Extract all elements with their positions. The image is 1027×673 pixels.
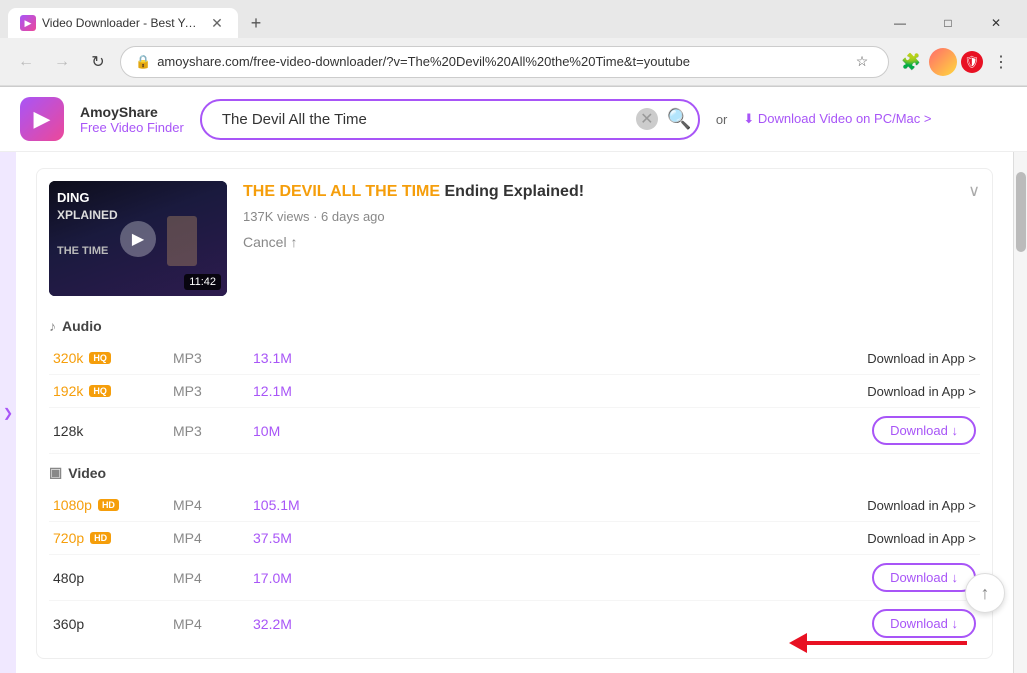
video-info: THE DEVIL ALL THE TIME Ending Explained!… xyxy=(243,181,952,250)
download-pc-link[interactable]: ⬇ Download Video on PC/Mac > xyxy=(743,111,931,127)
download-app-button-192k[interactable]: Download in App > xyxy=(867,383,976,399)
search-submit-button[interactable]: 🔍 xyxy=(667,107,692,132)
video-title-main: THE DEVIL ALL THE TIME xyxy=(243,183,440,200)
download-app-button-720p[interactable]: Download in App > xyxy=(867,530,976,546)
download-options: ♪ Audio 320k HQ MP3 13.1M Download in Ap… xyxy=(37,318,992,658)
audio-row-320k: 320k HQ MP3 13.1M Download in App > xyxy=(49,342,980,375)
app-name-title: AmoyShare xyxy=(80,104,184,120)
download-button-128k[interactable]: Download ↓ xyxy=(872,416,976,445)
format-mp4-1080: MP4 xyxy=(173,497,253,513)
security-icon: 🛡 xyxy=(961,51,983,73)
back-button[interactable]: ← xyxy=(12,48,40,76)
video-section-header: ▣ Video xyxy=(49,464,980,481)
forward-button[interactable]: → xyxy=(48,48,76,76)
audio-icon: ♪ xyxy=(49,318,56,334)
video-row-480p: 480p MP4 17.0M Download ↓ xyxy=(49,555,980,601)
refresh-button[interactable]: ↻ xyxy=(84,48,112,76)
video-header: DING XPLAINED THE TIME ▶ 11:42 xyxy=(37,169,992,308)
video-meta: 137K views · 6 days ago xyxy=(243,209,952,224)
address-bar[interactable]: 🔒 amoyshare.com/free-video-downloader/?v… xyxy=(120,46,889,78)
tab-close-button[interactable]: ✕ xyxy=(208,14,226,32)
format-mp3-192: MP3 xyxy=(173,383,253,399)
browser-tab[interactable]: ▶ Video Downloader - Best YouTub... ✕ xyxy=(8,8,238,38)
search-input[interactable] xyxy=(200,99,700,140)
app-name-subtitle: Free Video Finder xyxy=(80,120,184,135)
video-row-1080p: 1080p HD MP4 105.1M Download in App > xyxy=(49,489,980,522)
size-10m: 10M xyxy=(253,423,353,439)
format-mp4-360: MP4 xyxy=(173,616,253,632)
close-button[interactable]: ✕ xyxy=(973,7,1019,39)
video-result: DING XPLAINED THE TIME ▶ 11:42 xyxy=(36,168,993,659)
hq-badge-192: HQ xyxy=(89,385,111,397)
cancel-button[interactable]: Cancel ↑ xyxy=(243,234,297,250)
collapse-button[interactable]: ∨ xyxy=(968,181,980,201)
audio-row-192k: 192k HQ MP3 12.1M Download in App > xyxy=(49,375,980,408)
scroll-thumb[interactable] xyxy=(1016,172,1026,252)
hq-badge: HQ xyxy=(89,352,111,364)
menu-icon[interactable]: ⋮ xyxy=(987,48,1015,76)
size-13m: 13.1M xyxy=(253,350,353,366)
scrollbar[interactable] xyxy=(1013,152,1027,673)
size-17m: 17.0M xyxy=(253,570,353,586)
new-tab-button[interactable]: + xyxy=(242,9,270,37)
tab-title: Video Downloader - Best YouTub... xyxy=(42,16,202,30)
size-12m: 12.1M xyxy=(253,383,353,399)
sidebar-toggle[interactable]: ❯ xyxy=(0,152,16,673)
back-to-top-icon: ↑ xyxy=(981,583,990,604)
format-mp3-128: MP3 xyxy=(173,423,253,439)
or-divider: or xyxy=(716,112,728,127)
app-header: ▶ AmoyShare Free Video Finder ✕ 🔍 or ⬇ D… xyxy=(0,87,1027,152)
download-app-button-1080p[interactable]: Download in App > xyxy=(867,497,976,513)
app-logo: ▶ xyxy=(20,97,64,141)
hd-badge-720: HD xyxy=(90,532,111,544)
size-37m: 37.5M xyxy=(253,530,353,546)
profile-icon[interactable] xyxy=(929,48,957,76)
play-icon: ▶ xyxy=(120,221,156,257)
address-text: amoyshare.com/free-video-downloader/?v=T… xyxy=(157,54,844,69)
search-clear-button[interactable]: ✕ xyxy=(636,108,658,130)
maximize-button[interactable]: □ xyxy=(925,7,971,39)
video-duration: 11:42 xyxy=(184,274,221,290)
arrow-line xyxy=(807,641,967,645)
bookmark-icon[interactable]: ☆ xyxy=(850,50,874,74)
download-button-480p[interactable]: Download ↓ xyxy=(872,563,976,592)
quality-720p: 720p HD xyxy=(53,530,173,546)
window-controls: — □ ✕ xyxy=(877,7,1019,39)
size-32m: 32.2M xyxy=(253,616,353,632)
video-actions: Cancel ↑ xyxy=(243,234,952,250)
tab-favicon: ▶ xyxy=(20,15,36,31)
lock-icon: 🔒 xyxy=(135,54,151,70)
video-title: THE DEVIL ALL THE TIME Ending Explained! xyxy=(243,181,952,203)
content-area: DING XPLAINED THE TIME ▶ 11:42 xyxy=(16,152,1013,673)
red-arrow-annotation xyxy=(789,633,967,653)
download-app-button-320k[interactable]: Download in App > xyxy=(867,350,976,366)
quality-192k: 192k HQ xyxy=(53,383,173,399)
format-mp3: MP3 xyxy=(173,350,253,366)
audio-row-128k: 128k MP3 10M Download ↓ xyxy=(49,408,980,454)
quality-128k: 128k xyxy=(53,423,173,439)
video-section-title: Video xyxy=(68,465,106,481)
audio-section-title: Audio xyxy=(62,318,102,334)
format-mp4-480: MP4 xyxy=(173,570,253,586)
video-row-720p: 720p HD MP4 37.5M Download in App > xyxy=(49,522,980,555)
quality-360p: 360p xyxy=(53,616,173,632)
arrow-head xyxy=(789,633,807,653)
format-mp4-720: MP4 xyxy=(173,530,253,546)
back-to-top-button[interactable]: ↑ xyxy=(965,573,1005,613)
navigation-bar: ← → ↻ 🔒 amoyshare.com/free-video-downloa… xyxy=(0,38,1027,86)
video-section-icon: ▣ xyxy=(49,464,62,481)
quality-480p: 480p xyxy=(53,570,173,586)
video-thumbnail[interactable]: DING XPLAINED THE TIME ▶ 11:42 xyxy=(49,181,227,296)
main-area: ❯ DING XPLAINED THE TIME xyxy=(0,152,1027,673)
hd-badge-1080: HD xyxy=(98,499,119,511)
minimize-button[interactable]: — xyxy=(877,7,923,39)
video-title-suffix: Ending Explained! xyxy=(440,183,584,200)
search-bar-wrapper: ✕ 🔍 xyxy=(200,99,700,140)
quality-320k: 320k HQ xyxy=(53,350,173,366)
quality-1080p: 1080p HD xyxy=(53,497,173,513)
app-name-block: AmoyShare Free Video Finder xyxy=(80,104,184,135)
extensions-icon[interactable]: 🧩 xyxy=(897,48,925,76)
audio-section-header: ♪ Audio xyxy=(49,318,980,334)
size-105m: 105.1M xyxy=(253,497,353,513)
